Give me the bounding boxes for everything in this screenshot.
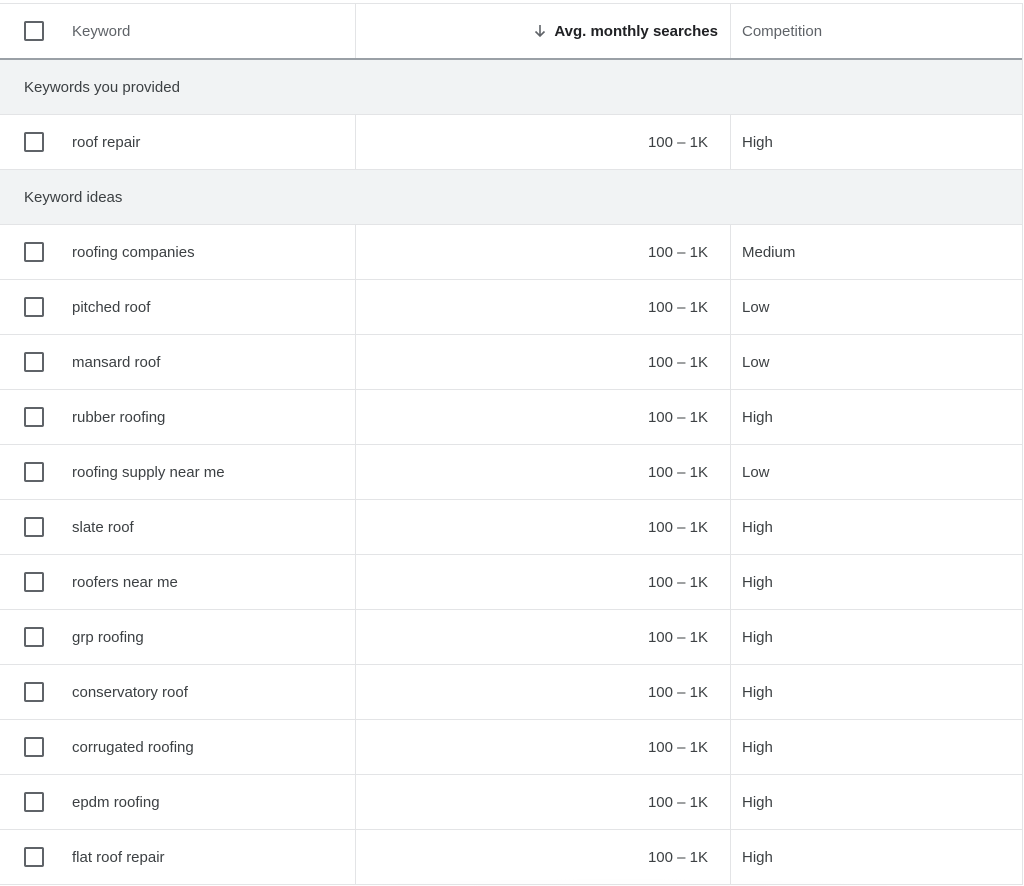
row-checkbox[interactable] — [24, 847, 44, 867]
keyword-text: roofing supply near me — [72, 463, 225, 481]
section-header: Keyword ideas — [0, 170, 1022, 225]
column-header-keyword[interactable]: Keyword — [72, 23, 130, 40]
searches-value: 100 – 1K — [356, 665, 731, 719]
keyword-text: roofing companies — [72, 243, 195, 261]
keyword-ideas-table: Keyword Avg. monthly searches Competitio… — [0, 3, 1023, 885]
row-checkbox[interactable] — [24, 352, 44, 372]
column-header-avg-monthly-searches[interactable]: Avg. monthly searches — [356, 4, 731, 58]
row-checkbox[interactable] — [24, 407, 44, 427]
keyword-text: mansard roof — [72, 353, 161, 371]
keyword-text: pitched roof — [72, 298, 151, 316]
section-header: Keywords you provided — [0, 60, 1022, 115]
table-row: epdm roofing 100 – 1K High — [0, 775, 1022, 830]
competition-value: High — [742, 848, 773, 866]
searches-value: 100 – 1K — [356, 775, 731, 829]
searches-value: 100 – 1K — [356, 445, 731, 499]
keyword-text: grp roofing — [72, 628, 144, 646]
keyword-text: conservatory roof — [72, 683, 188, 701]
competition-value: Low — [742, 463, 770, 481]
table-row: roofers near me 100 – 1K High — [0, 555, 1022, 610]
column-header-competition-cell: Competition — [731, 4, 1022, 58]
table-row: mansard roof 100 – 1K Low — [0, 335, 1022, 390]
competition-value: High — [742, 518, 773, 536]
keyword-text: flat roof repair — [72, 848, 165, 866]
keyword-text: roof repair — [72, 133, 141, 151]
searches-value: 100 – 1K — [356, 335, 731, 389]
searches-value: 100 – 1K — [356, 115, 731, 169]
column-header-avg-monthly-searches-label: Avg. monthly searches — [554, 22, 718, 40]
table-row: rubber roofing 100 – 1K High — [0, 390, 1022, 445]
competition-value: High — [742, 628, 773, 646]
searches-value: 100 – 1K — [356, 830, 731, 884]
searches-value: 100 – 1K — [356, 280, 731, 334]
competition-value: High — [742, 738, 773, 756]
row-checkbox[interactable] — [24, 682, 44, 702]
row-checkbox[interactable] — [24, 517, 44, 537]
select-all-checkbox[interactable] — [24, 21, 44, 41]
table-row: roofing companies 100 – 1K Medium — [0, 225, 1022, 280]
row-checkbox[interactable] — [24, 242, 44, 262]
arrow-down-icon — [532, 23, 548, 39]
table-row: roofing supply near me 100 – 1K Low — [0, 445, 1022, 500]
table-row: slate roof 100 – 1K High — [0, 500, 1022, 555]
table-row: roof repair 100 – 1K High — [0, 115, 1022, 170]
table-row: pitched roof 100 – 1K Low — [0, 280, 1022, 335]
section-title: Keyword ideas — [24, 188, 123, 206]
searches-value: 100 – 1K — [356, 500, 731, 554]
competition-value: High — [742, 793, 773, 811]
column-header-competition[interactable]: Competition — [742, 23, 822, 40]
row-checkbox[interactable] — [24, 627, 44, 647]
competition-value: Low — [742, 298, 770, 316]
row-checkbox[interactable] — [24, 462, 44, 482]
searches-value: 100 – 1K — [356, 555, 731, 609]
keyword-text: rubber roofing — [72, 408, 166, 426]
searches-value: 100 – 1K — [356, 610, 731, 664]
competition-value: High — [742, 573, 773, 591]
table-row: corrugated roofing 100 – 1K High — [0, 720, 1022, 775]
competition-value: High — [742, 133, 773, 151]
row-checkbox[interactable] — [24, 572, 44, 592]
searches-value: 100 – 1K — [356, 225, 731, 279]
header-keyword-cell: Keyword — [0, 4, 356, 58]
row-checkbox[interactable] — [24, 737, 44, 757]
row-checkbox[interactable] — [24, 297, 44, 317]
table-row: conservatory roof 100 – 1K High — [0, 665, 1022, 720]
table-row: flat roof repair 100 – 1K High — [0, 830, 1022, 885]
competition-value: Low — [742, 353, 770, 371]
keyword-text: roofers near me — [72, 573, 178, 591]
table-header: Keyword Avg. monthly searches Competitio… — [0, 4, 1022, 60]
searches-value: 100 – 1K — [356, 390, 731, 444]
row-checkbox[interactable] — [24, 792, 44, 812]
competition-value: Medium — [742, 243, 796, 261]
row-checkbox[interactable] — [24, 132, 44, 152]
keyword-text: slate roof — [72, 518, 134, 536]
searches-value: 100 – 1K — [356, 720, 731, 774]
competition-value: High — [742, 408, 773, 426]
competition-value: High — [742, 683, 773, 701]
table-row: grp roofing 100 – 1K High — [0, 610, 1022, 665]
keyword-text: corrugated roofing — [72, 738, 194, 756]
keyword-text: epdm roofing — [72, 793, 160, 811]
section-title: Keywords you provided — [24, 78, 180, 96]
